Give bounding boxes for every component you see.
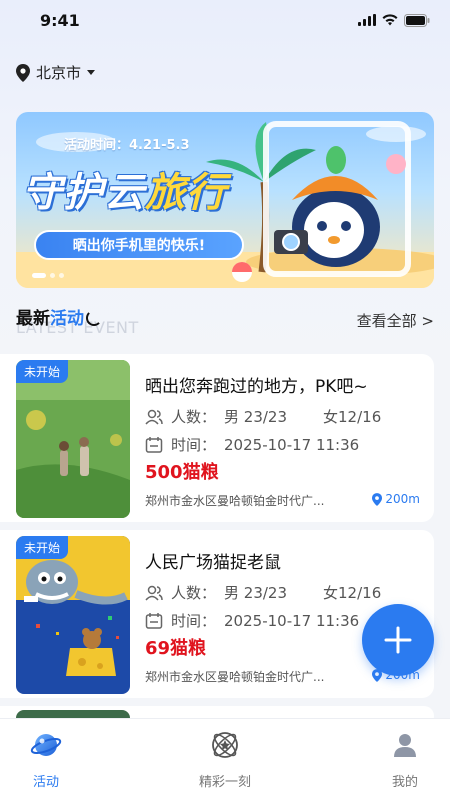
time-row: 时间： 2025-10-17 11:36 [145, 434, 359, 455]
event-address: 郑州市金水区曼哈顿铂金时代广... [145, 670, 325, 684]
grass-field-photo [16, 360, 130, 518]
participants-row: 人数： 男 23/23 女12/16 [145, 582, 381, 603]
plus-icon [384, 626, 412, 654]
banner-title-main: 守护云 [22, 170, 145, 216]
city-label: 北京市 [36, 64, 82, 82]
banner-date: 活动时间：4.21-5.3 [64, 138, 190, 153]
pagination-dot-active [32, 273, 46, 278]
status-time: 9:41 [40, 10, 80, 30]
event-image: 未开始 [16, 536, 130, 694]
pagination-dot [50, 273, 55, 278]
latest-events-header: LATEST EVENT 最新活动 查看全部 > [16, 300, 434, 340]
planet-icon [30, 734, 62, 756]
event-card[interactable]: 未开始 人民广场猫捉老鼠 人数： 男 23/23 女12/16 时间： 2025… [0, 530, 434, 698]
star-badge-icon [212, 732, 238, 758]
user-icon [394, 734, 416, 757]
bottom-tab-bar: 活动 精彩一刻 我的 [0, 718, 450, 800]
promo-banner[interactable]: 活动时间：4.21-5.3 守护云旅行 晒出你手机里的快乐! [16, 112, 434, 288]
pagination-dot [59, 273, 64, 278]
event-address: 郑州市金水区曼哈顿铂金时代广... [145, 494, 325, 508]
banner-title-highlight: 旅行 [145, 170, 227, 216]
event-distance: 200m [372, 492, 420, 506]
location-pin-icon [372, 492, 383, 506]
event-time: 2025-10-17 11:36 [224, 435, 360, 454]
battery-icon [404, 13, 430, 27]
status-tag: 未开始 [16, 360, 69, 383]
banner-title: 守护云旅行 [22, 160, 227, 218]
tab-label: 活动 [32, 775, 59, 790]
location-pin-icon [16, 63, 30, 82]
event-image: 未开始 [16, 360, 130, 518]
event-time: 2025-10-17 11:36 [224, 611, 360, 630]
section-title-black: 最新 [16, 309, 50, 329]
time-label: 时间： [171, 612, 217, 630]
female-count: 女12/16 [323, 584, 382, 602]
caret-down-icon [87, 69, 96, 75]
tab-activities[interactable]: 活动 [0, 729, 96, 790]
add-event-button[interactable] [362, 604, 434, 676]
event-price: 69猫粮 [145, 638, 207, 659]
time-row: 时间： 2025-10-17 11:36 [145, 610, 359, 631]
distance-value: 200m [385, 492, 420, 506]
view-all-link[interactable]: 查看全部 > [357, 310, 434, 331]
tab-label: 精彩一刻 [198, 775, 251, 790]
section-title: 最新活动 [16, 304, 84, 329]
event-title: 人民广场猫捉老鼠 [145, 553, 281, 573]
section-title-blue: 活动 [50, 309, 84, 329]
event-card[interactable]: 未开始 晒出您奔跑过的地方，PK吧~ 人数： 男 23/23 女12/16 时间… [0, 354, 434, 522]
event-title: 晒出您奔跑过的地方，PK吧~ [145, 377, 368, 397]
people-label: 人数： [171, 584, 217, 602]
people-label: 人数： [171, 408, 217, 426]
tab-label: 我的 [391, 775, 418, 790]
time-label: 时间： [171, 436, 217, 454]
cartoon-cat-mouse-poster [16, 536, 130, 694]
participants-row: 人数： 男 23/23 女12/16 [145, 406, 381, 427]
status-tag: 未开始 [16, 536, 69, 559]
people-icon [145, 409, 163, 425]
calendar-icon [145, 612, 163, 629]
male-count: 男 23/23 [224, 584, 288, 602]
banner-slogan: 晒出你手机里的快乐! [34, 230, 244, 260]
banner-pagination [32, 273, 64, 278]
loading-spinner-icon [86, 310, 102, 326]
status-bar: 9:41 [0, 0, 450, 40]
status-icons [358, 13, 430, 27]
female-count: 女12/16 [323, 408, 382, 426]
people-icon [145, 585, 163, 601]
location-selector[interactable]: 北京市 [16, 62, 96, 83]
event-price: 500猫粮 [145, 462, 219, 483]
male-count: 男 23/23 [224, 408, 288, 426]
wifi-icon [382, 14, 398, 26]
tab-highlights[interactable]: 精彩一刻 [175, 729, 275, 790]
signal-icon [358, 14, 376, 26]
tab-mine[interactable]: 我的 [355, 729, 450, 790]
calendar-icon [145, 436, 163, 453]
